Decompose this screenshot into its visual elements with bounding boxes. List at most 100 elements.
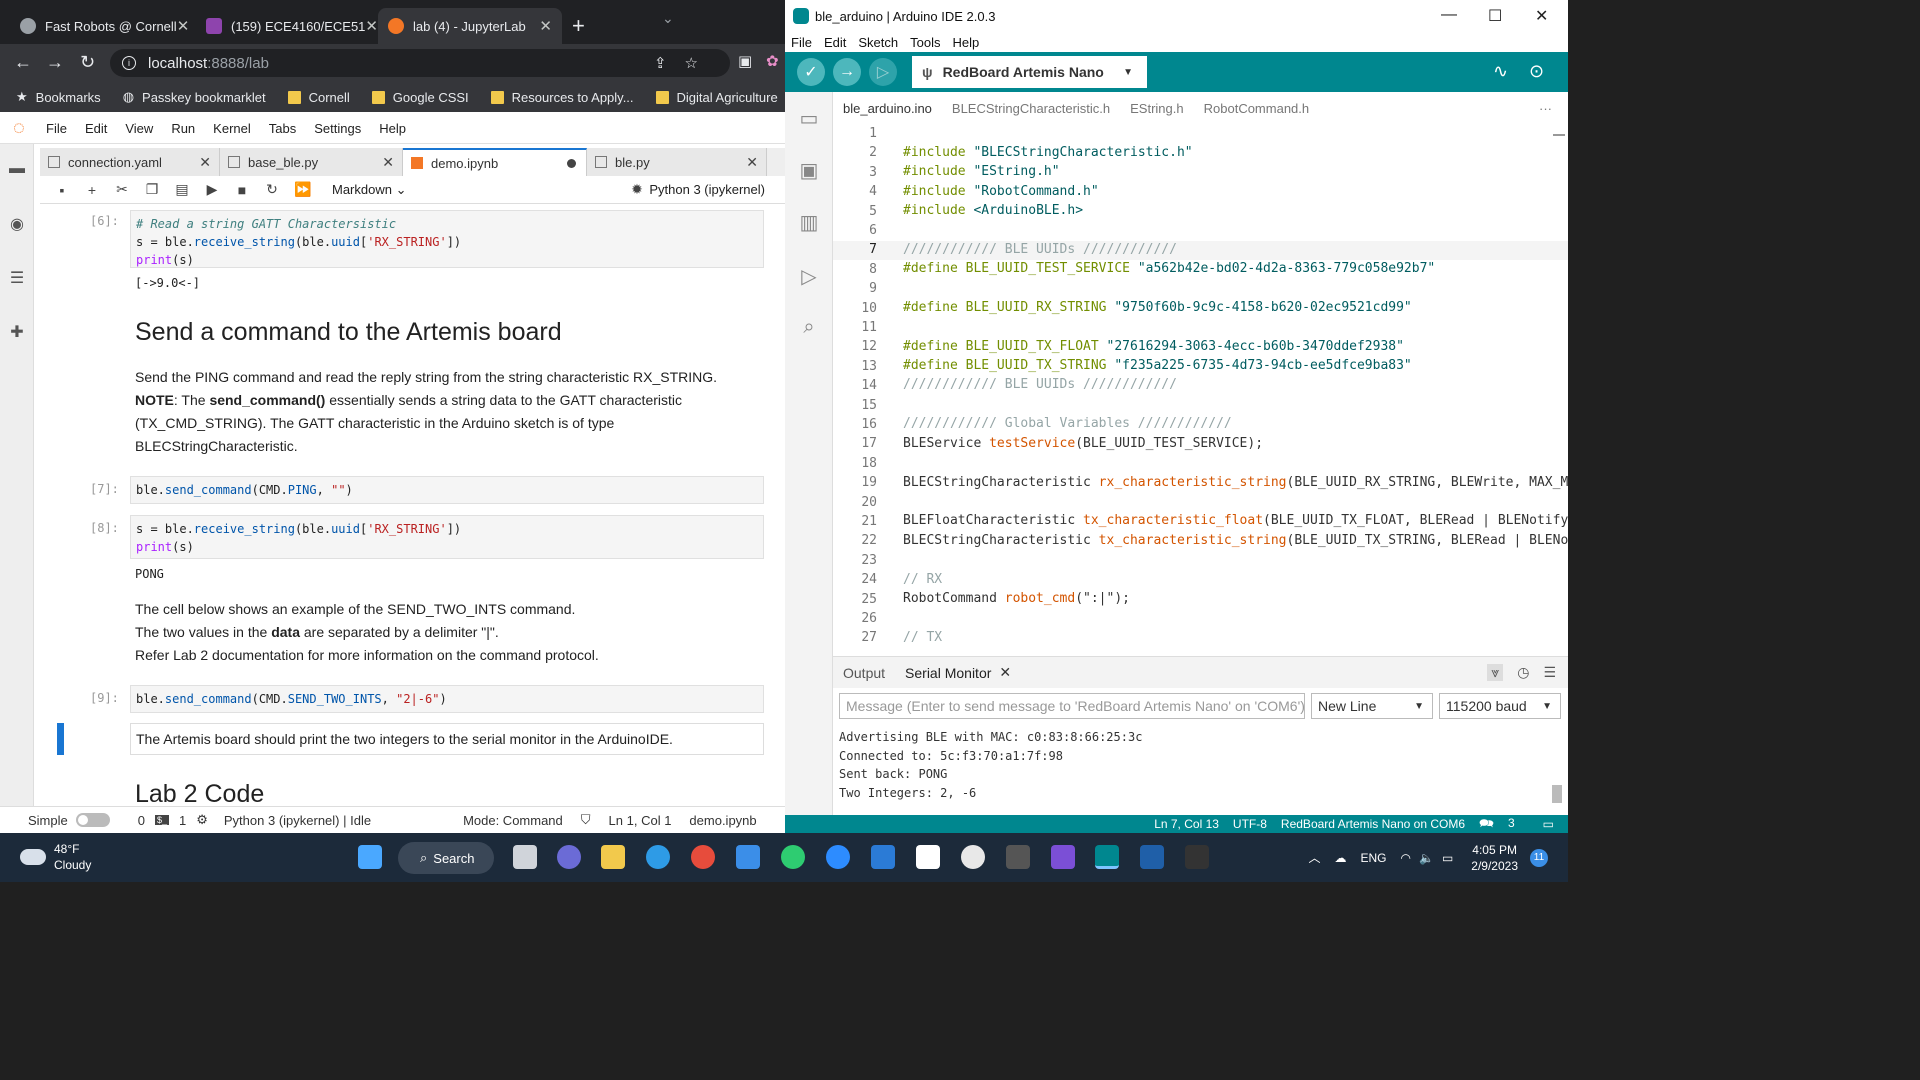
close-icon[interactable]: ✕	[746, 154, 758, 171]
file-explorer-icon[interactable]	[601, 845, 625, 869]
more-icon[interactable]: ···	[1539, 101, 1552, 116]
serial-monitor-icon[interactable]: ⊙	[1529, 61, 1544, 82]
vscode-icon[interactable]	[871, 845, 895, 869]
menu-file[interactable]: File	[791, 35, 812, 50]
store-icon[interactable]	[736, 845, 760, 869]
arduino-taskbar-icon[interactable]	[1095, 845, 1119, 869]
extension-icon[interactable]: ✿	[766, 52, 779, 70]
run-icon[interactable]: ▶	[204, 181, 220, 198]
baud-rate-select[interactable]: 115200 baud ▼	[1439, 693, 1561, 719]
tab-estring-h[interactable]: EString.h	[1130, 101, 1183, 116]
tab-base-ble[interactable]: base_ble.py ✕	[220, 148, 403, 176]
close-icon[interactable]: ✕	[1535, 6, 1548, 26]
tab-robotcommand-h[interactable]: RobotCommand.h	[1204, 101, 1310, 116]
extension-icon[interactable]: ✚	[8, 322, 26, 341]
upload-button[interactable]: →	[833, 58, 861, 86]
board-selector[interactable]: ψ RedBoard Artemis Nano ▼	[912, 56, 1147, 88]
chrome-tab-jupyterlab[interactable]: lab (4) - JupyterLab ✕	[378, 8, 562, 44]
new-tab-button[interactable]: +	[572, 13, 585, 39]
serial-plotter-icon[interactable]: ∿	[1493, 61, 1508, 82]
save-icon[interactable]: ▪	[54, 182, 70, 198]
markdown-cell-ping[interactable]: Send the PING command and read the reply…	[135, 366, 755, 458]
terminal-icon[interactable]	[1185, 845, 1209, 869]
running-icon[interactable]: ◉	[8, 214, 26, 233]
powershell-icon[interactable]	[1140, 845, 1164, 869]
minimize-icon[interactable]: —	[1441, 6, 1457, 24]
bookmark-digital-agriculture[interactable]: Digital Agriculture	[655, 90, 778, 105]
autoscroll-icon[interactable]: ⩔	[1487, 664, 1504, 681]
fast-forward-icon[interactable]: ⏩	[294, 181, 311, 198]
tab-connection-yaml[interactable]: connection.yaml ✕	[40, 148, 220, 176]
stop-icon[interactable]: ■	[234, 182, 250, 198]
task-view-icon[interactable]	[513, 845, 537, 869]
close-icon[interactable]: ✕	[999, 664, 1011, 681]
timestamp-icon[interactable]: ◷	[1517, 664, 1529, 681]
cut-icon[interactable]: ✂	[114, 181, 130, 198]
menu-edit[interactable]: Edit	[85, 121, 107, 136]
menu-tabs[interactable]: Tabs	[269, 121, 296, 136]
notification-count[interactable]: 🗪 3	[1479, 814, 1529, 834]
share-star-icons[interactable]: ⇪☆	[654, 54, 716, 72]
menu-help[interactable]: Help	[379, 121, 406, 136]
code-cell-9[interactable]: ble.send_command(CMD.SEND_TWO_INTS, "2|-…	[130, 685, 764, 713]
bookmark-resources[interactable]: Resources to Apply...	[490, 90, 634, 105]
menu-view[interactable]: View	[125, 121, 153, 136]
chrome-tab-ed[interactable]: (159) ECE4160/ECE51 ✕	[196, 8, 376, 44]
simple-mode-toggle[interactable]	[75, 813, 110, 827]
editor-scrollbar[interactable]	[1553, 134, 1565, 136]
menu-run[interactable]: Run	[171, 121, 195, 136]
close-icon[interactable]: ✕	[365, 17, 376, 35]
menu-settings[interactable]: Settings	[314, 121, 361, 136]
bookmark-google-cssi[interactable]: Google CSSI	[371, 90, 469, 105]
close-icon[interactable]: ✕	[539, 17, 552, 35]
paste-icon[interactable]: ▤	[174, 181, 190, 198]
menu-sketch[interactable]: Sketch	[858, 35, 898, 50]
debug-icon[interactable]: ▷	[797, 264, 821, 288]
tab-blecstring-h[interactable]: BLECStringCharacteristic.h	[952, 101, 1110, 116]
markdown-cell-two-ints[interactable]: The cell below shows an example of the S…	[135, 598, 755, 667]
close-icon[interactable]: ✕	[177, 17, 190, 35]
menu-edit[interactable]: Edit	[824, 35, 846, 50]
bookmark-bookmarks[interactable]: ★ Bookmarks	[16, 89, 101, 105]
edge-icon[interactable]	[646, 845, 670, 869]
panel-toggle-icon[interactable]: ▭	[1543, 817, 1554, 831]
app-icon[interactable]	[1051, 845, 1075, 869]
folder-icon[interactable]: ▬	[8, 160, 26, 178]
code-cell-8[interactable]: s = ble.receive_string(ble.uuid['RX_STRI…	[130, 515, 764, 559]
tab-ble-arduino-ino[interactable]: ble_arduino.ino	[843, 101, 932, 116]
clock[interactable]: 4:05 PM 2/9/2023	[1471, 842, 1518, 874]
toc-icon[interactable]: ☰	[8, 268, 26, 287]
wifi-icon[interactable]: ◠	[1401, 851, 1411, 865]
slack-icon[interactable]	[961, 845, 985, 869]
close-icon[interactable]: ✕	[199, 154, 211, 171]
kernel-status[interactable]: Python 3 (ipykernel) | Idle	[224, 813, 371, 828]
sketchbook-icon[interactable]: ▭	[797, 106, 821, 130]
address-bar[interactable]: i localhost :8888/lab ⇪☆	[110, 49, 730, 77]
verify-button[interactable]: ✓	[797, 58, 825, 86]
boards-manager-icon[interactable]: ▣	[797, 158, 821, 182]
menu-help[interactable]: Help	[952, 35, 979, 50]
info-icon[interactable]: i	[122, 56, 136, 70]
bookmark-cornell[interactable]: Cornell	[287, 90, 350, 105]
tab-demo-ipynb[interactable]: demo.ipynb	[403, 148, 587, 176]
tab-search-icon[interactable]: ⌄	[662, 10, 674, 27]
close-icon[interactable]: ✕	[382, 154, 394, 171]
clear-output-icon[interactable]: ☰	[1543, 664, 1556, 681]
restart-icon[interactable]: ↻	[264, 181, 280, 198]
notion-icon[interactable]	[916, 845, 940, 869]
chrome-icon[interactable]	[691, 845, 715, 869]
code-editor[interactable]: 1 2 3 4 5 6 7 8 9 10 11 12 13 14 15 16 17 18 19 20 21 22 23 24 2…	[833, 124, 1568, 654]
side-panel-icon[interactable]: ▣	[738, 52, 752, 70]
back-icon[interactable]: ←	[14, 52, 32, 73]
search-icon[interactable]: ⌕	[797, 316, 821, 340]
zoom-icon[interactable]	[826, 845, 850, 869]
line-ending-select[interactable]: New Line ▼	[1311, 693, 1433, 719]
taskbar-search[interactable]: ⌕ Search	[398, 842, 494, 874]
reload-icon[interactable]: ↻	[80, 52, 95, 73]
volume-icon[interactable]: 🔈	[1419, 851, 1434, 865]
code-cell-6[interactable]: # Read a string GATT Charactersistic s =…	[130, 210, 764, 268]
library-manager-icon[interactable]: ▥	[797, 210, 821, 234]
tab-ble-py[interactable]: ble.py ✕	[587, 148, 767, 176]
maximize-icon[interactable]: ☐	[1488, 6, 1502, 26]
markdown-cell-selected[interactable]: The Artemis board should print the two i…	[130, 723, 764, 755]
